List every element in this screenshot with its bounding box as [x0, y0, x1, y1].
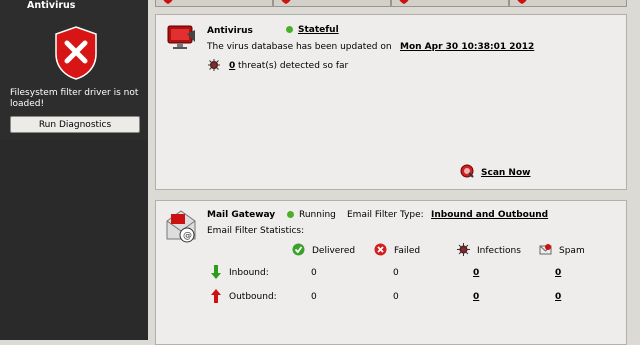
filter-type-link[interactable]: Inbound and Outbound: [431, 210, 548, 220]
tab-shield-icon: [280, 0, 292, 4]
delivered-icon: [292, 243, 305, 256]
scan-now-link[interactable]: Scan Now: [481, 168, 530, 178]
outbound-spam-link[interactable]: 0: [555, 292, 561, 302]
running-indicator-icon: [287, 211, 294, 218]
outbound-failed: 0: [393, 292, 399, 302]
database-update-text: The virus database has been updated on: [207, 42, 392, 52]
email-stats-label: Email Filter Statistics:: [207, 226, 305, 236]
tab-shield-icon: [162, 0, 174, 4]
run-diagnostics-button[interactable]: Run Diagnostics: [10, 116, 140, 133]
filter-type-label: Email Filter Type:: [347, 210, 424, 220]
sidebar-lower-area: [0, 140, 148, 340]
svg-text:@: @: [183, 231, 192, 241]
inbound-label: Inbound:: [229, 268, 269, 278]
inbound-failed: 0: [393, 268, 399, 278]
column-infections: Infections: [477, 246, 521, 256]
inbound-arrow-icon: [211, 265, 221, 279]
threat-count-link[interactable]: 0: [229, 61, 235, 71]
tab-3[interactable]: [391, 0, 509, 7]
inbound-spam-link[interactable]: 0: [555, 268, 561, 278]
mail-gateway-heading: Mail Gateway: [207, 210, 276, 220]
infections-icon: [457, 243, 470, 256]
tab-shield-icon: [398, 0, 410, 4]
state-indicator-icon: [286, 26, 293, 33]
sidebar-status-message: Filesystem filter driver is not loaded!: [10, 88, 139, 109]
tab-1[interactable]: [155, 0, 273, 7]
outbound-arrow-icon: [211, 289, 221, 303]
tab-4[interactable]: [509, 0, 627, 7]
mail-gateway-status: Running: [299, 210, 336, 220]
shield-icon: [54, 26, 98, 80]
column-delivered: Delivered: [312, 246, 356, 256]
sidebar: Antivirus Filesystem filter driver is no…: [0, 0, 148, 340]
column-spam: Spam: [559, 246, 585, 256]
outbound-label: Outbound:: [229, 292, 277, 302]
outbound-delivered: 0: [311, 292, 317, 302]
outbound-infections-link[interactable]: 0: [473, 292, 479, 302]
tab-bar: [155, 0, 640, 8]
scan-icon[interactable]: [460, 164, 474, 178]
mail-gateway-panel: @ Mail Gateway Running Email Filter Type…: [155, 200, 627, 345]
antivirus-state-link[interactable]: Stateful: [298, 25, 339, 35]
virus-icon: [208, 59, 220, 71]
sidebar-title: Antivirus: [27, 0, 76, 11]
column-failed: Failed: [394, 246, 421, 256]
monitor-icon: [165, 24, 197, 52]
mail-icon: @: [165, 209, 197, 245]
threat-count-text: threat(s) detected so far: [238, 61, 349, 71]
antivirus-heading: Antivirus: [207, 26, 253, 36]
antivirus-panel: Antivirus Stateful The virus database ha…: [155, 14, 627, 190]
inbound-infections-link[interactable]: 0: [473, 268, 479, 278]
database-date-link[interactable]: Mon Apr 30 10:38:01 2012: [400, 42, 534, 52]
tab-2[interactable]: [273, 0, 391, 7]
inbound-delivered: 0: [311, 268, 317, 278]
spam-icon: [539, 243, 552, 256]
failed-icon: [374, 243, 387, 256]
tab-shield-icon: [516, 0, 528, 4]
